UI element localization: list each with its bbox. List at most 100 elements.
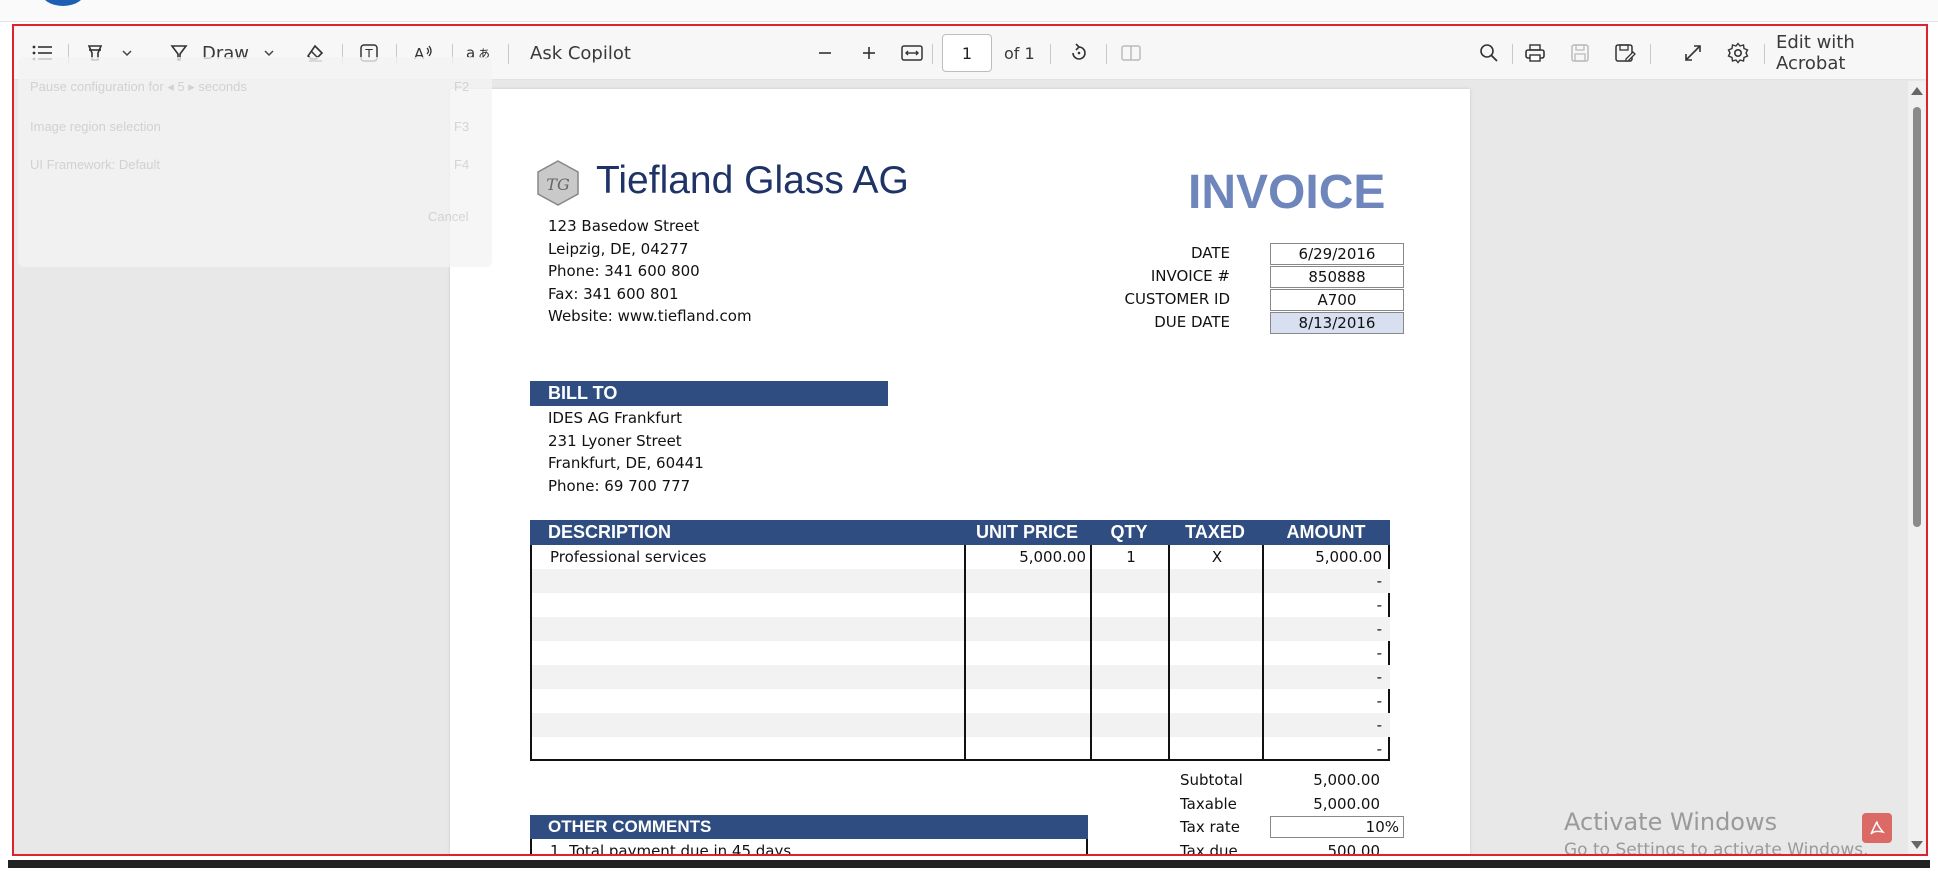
config-line: Image region selection [30,119,161,134]
other-comments-header: OTHER COMMENTS [530,815,1088,839]
cell-taxed [1170,665,1264,689]
tax-due-label: Tax due [1180,842,1238,856]
activate-title: Activate Windows [1564,808,1778,836]
company-address: 123 Basedow Street Leipzig, DE, 04277 Ph… [548,215,848,328]
page-number-input[interactable] [942,34,992,72]
cell-unit-price [966,617,1086,641]
pdf-page: TG Tiefland Glass AG INVOICE 123 Basedow… [450,89,1470,856]
config-line: Pause configuration for ◂ 5 ▸ seconds [30,79,247,94]
column-header-description: DESCRIPTION [548,522,672,542]
address-line: 123 Basedow Street [548,217,700,235]
bill-to-address: IDES AG Frankfurt 231 Lyoner Street Fran… [548,407,848,497]
column-header-taxed: TAXED [1185,522,1245,542]
cell-amount: - [1376,572,1382,590]
cell-taxed [1170,713,1264,737]
tax-due-value: 500.00 [1327,842,1381,856]
toolbar-separator [932,44,933,64]
bill-to-line: Phone: 69 700 777 [548,476,691,495]
cell-amount: - [1376,740,1382,758]
cancel-button: Cancel [428,209,469,224]
vertical-scrollbar[interactable] [1908,81,1926,854]
taxable-label: Taxable [1180,795,1237,813]
cell-qty [1092,737,1170,761]
save-as-icon[interactable] [1612,26,1638,80]
page-count: of 1 [1004,43,1035,63]
cell-unit-price [966,689,1086,713]
other-comments-text: 1. Total payment due in 45 days [530,839,1088,854]
toolbar-separator [1050,44,1051,64]
cell-amount: - [1376,692,1382,710]
cell-amount: - [1376,668,1382,686]
edit-with-acrobat-button[interactable]: Edit with Acrobat [1776,26,1916,80]
tax-rate-label: Tax rate [1180,818,1240,836]
address-line: Phone: 341 600 800 [548,262,700,280]
table-column-divider [1168,545,1170,759]
toolbar-separator [1512,44,1513,64]
column-header-amount: AMOUNT [1286,522,1366,542]
cell-qty [1092,617,1170,641]
scroll-down-arrow-icon[interactable] [1911,841,1923,849]
cell-amount: - [1376,716,1382,734]
address-line: Leipzig, DE, 04277 [548,239,689,258]
taskbar-edge [8,860,1930,868]
cell-description [550,641,950,665]
toolbar-separator [1106,44,1107,64]
subtotal-label: Subtotal [1180,771,1243,789]
toolbar-separator [1650,44,1651,64]
fit-to-width-icon[interactable] [899,26,925,80]
save-icon[interactable] [1567,26,1593,80]
cell-description [550,737,950,761]
cell-qty [1092,713,1170,737]
cell-qty [1092,569,1170,593]
pdf-viewer-frame: Draw T A aぁ Ask Copilot of 1 [12,24,1928,856]
print-icon[interactable] [1522,26,1548,80]
invoice-number-label: INVOICE # [1150,267,1230,285]
cell-qty [1092,665,1170,689]
column-header-qty: QTY [1110,522,1148,542]
gear-icon[interactable] [1725,26,1751,80]
acrobat-icon[interactable] [1862,813,1892,843]
table-column-divider [1090,545,1092,759]
toolbar-separator [1764,44,1765,64]
scroll-up-arrow-icon[interactable] [1911,87,1923,95]
zoom-out-icon[interactable] [812,26,838,80]
document-viewport[interactable]: TG Tiefland Glass AG INVOICE 123 Basedow… [14,57,1926,856]
table-column-divider [1262,545,1264,759]
rotate-icon[interactable] [1066,26,1092,80]
cell-taxed [1170,641,1264,665]
cell-amount: - [1376,596,1382,614]
address-line: Fax: 341 600 801 [548,284,679,303]
ask-copilot-button[interactable]: Ask Copilot [530,26,650,80]
tax-rate-value: 10% [1270,816,1404,838]
cell-description [550,617,950,641]
cell-description [550,689,950,713]
shortcut-key: F2 [454,79,470,94]
page-view-icon[interactable] [1118,26,1144,80]
table-column-divider [964,545,966,759]
invoice-number-value: 850888 [1270,266,1404,288]
cell-amount: - [1376,644,1382,662]
cell-taxed [1170,569,1264,593]
shortcut-key: F4 [454,157,470,172]
cell-unit-price [966,569,1086,593]
subtotal-value: 5,000.00 [1313,771,1380,789]
date-label: DATE [1190,244,1230,262]
cell-description [550,569,950,593]
search-icon[interactable] [1476,26,1502,80]
due-date-label: DUE DATE [1154,313,1230,331]
table-header-row: DESCRIPTION UNIT PRICE QTY TAXED AMOUNT [530,520,1390,545]
items-table: DESCRIPTION UNIT PRICE QTY TAXED AMOUNT … [530,520,1390,761]
invoice-title: INVOICE [1188,166,1386,219]
company-name: Tiefland Glass AG [596,159,909,202]
cell-taxed [1170,593,1264,617]
scrollbar-thumb[interactable] [1913,107,1921,527]
taxable-value: 5,000.00 [1313,795,1380,813]
fullscreen-icon[interactable] [1680,26,1706,80]
website-line: Website: www.tiefland.com [548,307,752,325]
cell-amount: 5,000.00 [1315,548,1382,566]
zoom-in-icon[interactable] [856,26,882,80]
cell-qty [1092,689,1170,713]
logo-text: TG [546,175,570,194]
cell-description [550,713,950,737]
bill-to-header: BILL TO [530,381,888,406]
